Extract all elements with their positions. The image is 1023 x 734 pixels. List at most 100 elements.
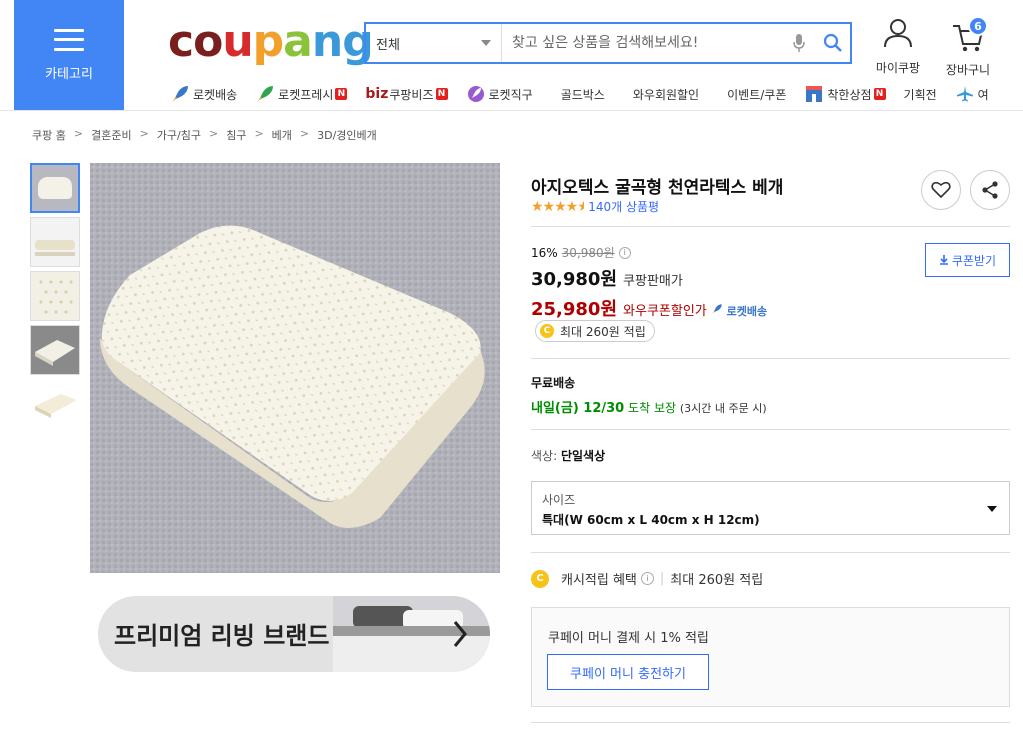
new-badge: N	[435, 88, 448, 100]
delivery-guarantee: 도착 보장	[628, 401, 677, 415]
divider	[531, 226, 1010, 227]
breadcrumb-bedding[interactable]: 침구	[226, 127, 246, 143]
nav-coupang-biz[interactable]: biz 쿠팡비즈 N	[365, 86, 448, 103]
info-icon[interactable]: i	[618, 246, 631, 259]
sale-price-label: 쿠팡판매가	[623, 274, 683, 289]
divider	[531, 552, 1010, 553]
nav-event-coupon[interactable]: 이벤트/쿠폰	[727, 86, 786, 103]
nav-exhibition[interactable]: 기획전	[904, 86, 937, 103]
bed-image	[333, 596, 490, 672]
rocket-fresh-icon	[257, 86, 274, 102]
product-title: 아지오텍스 굴곡형 천연라텍스 베개	[531, 178, 784, 198]
coupay-text: 쿠페이 머니 결제 시 1% 적립	[548, 631, 709, 646]
thumbnail-2[interactable]	[30, 217, 80, 267]
cart-button[interactable]: 6 장바구니	[940, 14, 996, 78]
plane-icon	[956, 86, 973, 102]
divider	[531, 429, 1010, 430]
shipping-title: 무료배송	[531, 376, 576, 390]
breadcrumb: 쿠팡 홈 > 결혼준비 > 가구/침구 > 침구 > 베개 > 3D/경인베개	[32, 127, 377, 143]
top-nav: 로켓배송 로켓프레시 N biz 쿠팡비즈 N 로켓직구 골드박스 와우회원할인…	[170, 82, 1023, 106]
divider	[531, 358, 1010, 359]
cash-reward-info: C 캐시적립 혜택 i | 최대 260원 적립	[531, 569, 763, 588]
nav-rocket-fresh[interactable]: 로켓프레시 N	[255, 84, 348, 104]
color-option: 색상: 단일색상	[531, 449, 606, 463]
review-count-link[interactable]: 140개 상품평	[588, 198, 659, 215]
thumbnail-list	[30, 163, 80, 433]
size-value: 특대(W 60cm x L 40cm x H 12cm)	[542, 513, 760, 527]
chevron-down-icon	[481, 40, 491, 46]
delivery-date: 내일(금) 12/30	[531, 401, 625, 416]
new-badge: N	[335, 88, 348, 100]
global-rocket-icon	[467, 86, 484, 102]
nav-rocket-delivery[interactable]: 로켓배송	[170, 84, 237, 104]
nav-rocket-global[interactable]: 로켓직구	[466, 84, 533, 104]
coupay-box: 쿠페이 머니 결제 시 1% 적립 쿠페이 머니 충전하기	[531, 607, 1010, 707]
header-divider	[0, 110, 1023, 111]
reward-badge: C 최대 260원 적립	[535, 320, 655, 342]
microphone-icon[interactable]	[782, 24, 816, 62]
category-menu-button[interactable]: 카테고리	[14, 0, 124, 110]
size-label: 사이즈	[542, 493, 576, 507]
coin-icon: C	[531, 569, 549, 588]
divider	[531, 722, 1010, 723]
breadcrumb-pillow[interactable]: 베개	[272, 127, 292, 143]
breadcrumb-furniture[interactable]: 가구/침구	[157, 127, 201, 143]
sale-price: 30,980원	[531, 269, 618, 290]
product-main-image[interactable]	[90, 163, 500, 573]
nav-good-shop[interactable]: 착한상점 N	[804, 84, 886, 104]
nav-goldbox[interactable]: 골드박스	[561, 86, 605, 103]
thumbnail-4[interactable]	[30, 325, 80, 375]
rocket-delivery-tag: 로켓배송	[711, 303, 767, 319]
rocket-icon	[172, 86, 188, 102]
cash-title: 캐시적립 혜택	[561, 573, 637, 588]
breadcrumb-3d-pillow[interactable]: 3D/경인베개	[317, 127, 377, 143]
cash-value: 최대 260원 적립	[670, 573, 764, 588]
color-value: 단일색상	[560, 449, 606, 463]
breadcrumb-wedding[interactable]: 결혼준비	[91, 127, 131, 143]
share-icon	[982, 181, 998, 199]
original-price: 30,980원	[561, 246, 615, 260]
coin-icon: C	[540, 324, 554, 338]
shipping-info: 무료배송 내일(금) 12/30 도착 보장 (3시간 내 주문 시)	[531, 374, 767, 416]
chevron-down-icon	[987, 506, 997, 512]
coupon-download-button[interactable]: 쿠폰받기	[925, 243, 1010, 277]
thumbnail-3[interactable]	[30, 271, 80, 321]
search-icon[interactable]	[816, 24, 850, 62]
breadcrumb-home[interactable]: 쿠팡 홈	[32, 127, 66, 143]
shop-icon	[806, 86, 823, 102]
rating-stars: ★★★★★	[531, 198, 585, 215]
mypage-label: 마이쿠팡	[875, 61, 921, 75]
category-label: 카테고리	[45, 66, 93, 82]
price-block: 16% 30,980원 i 30,980원 쿠팡판매가 25,980원 와우쿠폰…	[531, 244, 767, 321]
download-icon	[939, 255, 948, 265]
wishlist-button[interactable]	[921, 170, 961, 210]
discount-rate: 16%	[531, 245, 558, 260]
product-rating[interactable]: ★★★★★ 140개 상품평	[531, 198, 659, 215]
rocket-icon	[711, 304, 722, 314]
cart-label: 장바구니	[945, 63, 991, 77]
coupang-logo[interactable]: coupang	[168, 18, 374, 66]
info-icon[interactable]: i	[640, 572, 654, 585]
search-input[interactable]	[502, 24, 782, 62]
delivery-note: (3시간 내 주문 시)	[679, 402, 767, 415]
size-select[interactable]: 사이즈 특대(W 60cm x L 40cm x H 12cm)	[531, 481, 1010, 535]
premium-living-banner[interactable]: 프리미엄 리빙 브랜드	[98, 596, 490, 672]
nav-travel[interactable]: 여	[955, 84, 989, 104]
coupay-charge-button[interactable]: 쿠페이 머니 충전하기	[547, 654, 709, 690]
new-badge: N	[873, 88, 886, 100]
cart-count-badge: 6	[968, 16, 988, 36]
mypage-button[interactable]: 마이쿠팡	[872, 18, 924, 76]
hamburger-icon	[54, 28, 84, 51]
thumbnail-5[interactable]	[30, 379, 80, 429]
wow-price: 25,980원	[531, 299, 618, 320]
thumbnail-1[interactable]	[30, 163, 80, 213]
biz-logo: biz	[365, 86, 389, 102]
wow-price-label: 와우쿠폰할인가	[623, 304, 707, 319]
heart-icon	[931, 181, 951, 199]
banner-text: 프리미엄 리빙 브랜드	[114, 622, 330, 650]
user-icon	[884, 19, 912, 48]
search-scope-select[interactable]: 전체	[366, 24, 502, 62]
share-button[interactable]	[970, 170, 1010, 210]
nav-wow-discount[interactable]: 와우회원할인	[633, 86, 699, 103]
search-bar: 전체	[364, 22, 852, 64]
